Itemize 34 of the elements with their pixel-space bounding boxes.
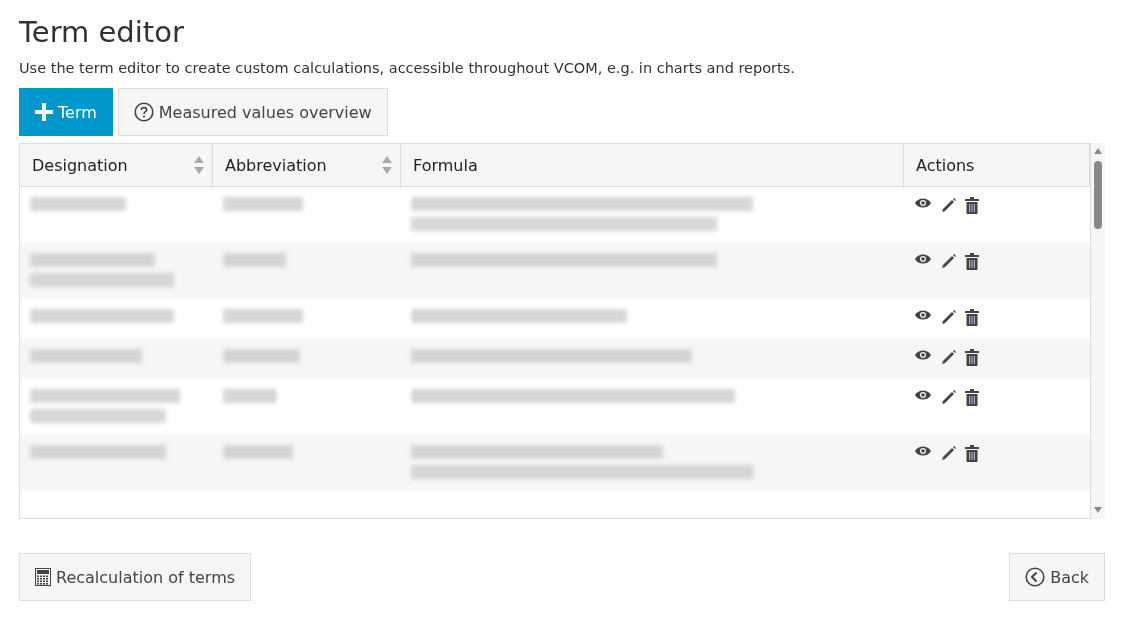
- help-icon: [133, 102, 154, 122]
- column-label: Designation: [32, 155, 128, 175]
- eye-icon[interactable]: [914, 349, 932, 361]
- eye-icon[interactable]: [914, 309, 932, 321]
- column-label: Formula: [413, 155, 478, 175]
- trash-icon[interactable]: [965, 197, 979, 214]
- calculator-icon: [35, 568, 51, 586]
- page-description: Use the term editor to create custom calculations, accessible throughout VCOM, e.g. in charts and reports.: [19, 60, 796, 76]
- eye-icon[interactable]: [914, 253, 932, 265]
- pencil-icon[interactable]: [940, 309, 957, 326]
- pencil-icon[interactable]: [940, 253, 957, 270]
- column-label: Actions: [916, 155, 975, 175]
- column-header[interactable]: Designation: [20, 144, 213, 187]
- recalculate-button[interactable]: Recalculation of terms: [19, 553, 252, 601]
- trash-icon[interactable]: [965, 389, 979, 406]
- pencil-icon[interactable]: [940, 197, 957, 214]
- plus-icon: [35, 103, 53, 121]
- trash-icon[interactable]: [965, 253, 979, 270]
- trash-icon[interactable]: [965, 349, 979, 366]
- eye-icon[interactable]: [914, 445, 932, 457]
- scrollbar[interactable]: [1091, 143, 1105, 519]
- pencil-icon[interactable]: [940, 445, 957, 462]
- pencil-icon[interactable]: [940, 349, 957, 366]
- column-header[interactable]: Abbreviation: [213, 144, 401, 187]
- page-title: Term editor: [19, 14, 185, 51]
- back-button[interactable]: Back: [1009, 553, 1105, 601]
- trash-icon[interactable]: [965, 445, 979, 462]
- column-label: Abbreviation: [225, 155, 327, 175]
- back-icon: [1025, 567, 1046, 587]
- overview-button[interactable]: Measured values overview: [117, 88, 388, 136]
- eye-icon[interactable]: [914, 389, 932, 401]
- eye-icon[interactable]: [914, 197, 932, 209]
- trash-icon[interactable]: [965, 309, 979, 326]
- pencil-icon[interactable]: [940, 389, 957, 406]
